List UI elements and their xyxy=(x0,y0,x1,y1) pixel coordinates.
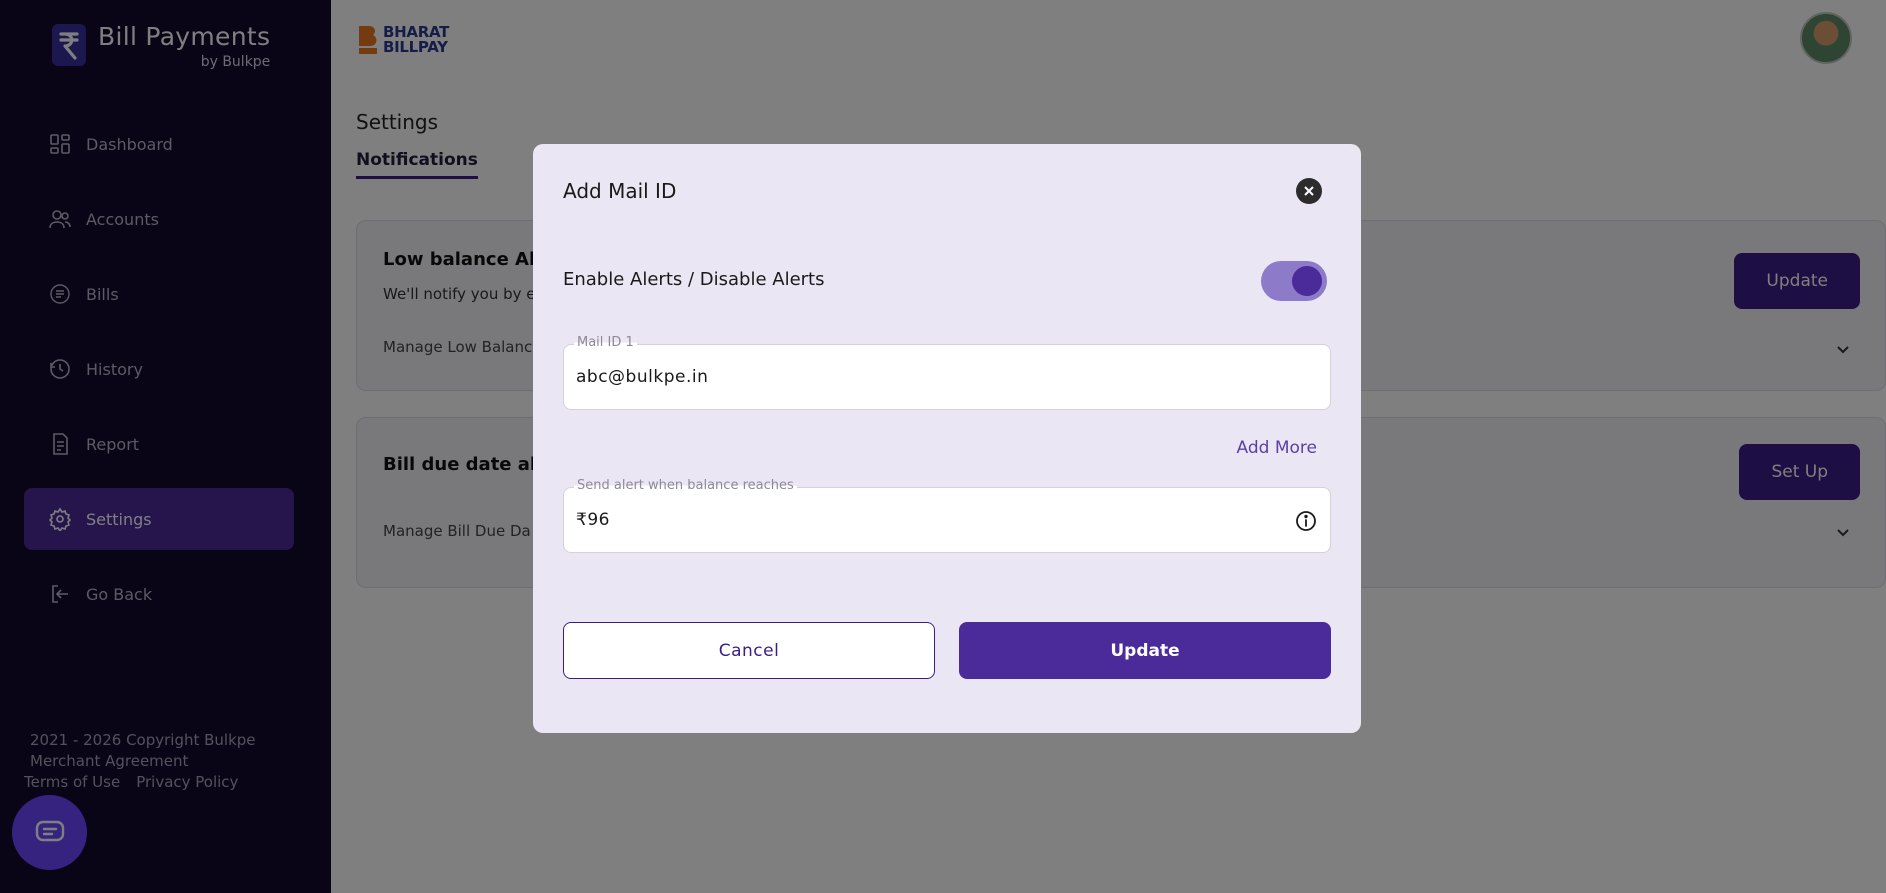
alerts-toggle[interactable] xyxy=(1261,261,1327,301)
mail-id-field: Mail ID 1 xyxy=(563,335,1331,410)
close-icon xyxy=(1304,186,1314,196)
mail-id-input[interactable] xyxy=(576,345,1276,409)
balance-threshold-input[interactable] xyxy=(576,488,1276,552)
close-button[interactable] xyxy=(1296,178,1322,204)
add-mail-modal: Add Mail ID Enable Alerts / Disable Aler… xyxy=(533,144,1361,733)
update-button[interactable]: Update xyxy=(959,622,1331,679)
info-icon[interactable] xyxy=(1294,509,1318,533)
toggle-label: Enable Alerts / Disable Alerts xyxy=(563,269,825,290)
cancel-button[interactable]: Cancel xyxy=(563,622,935,679)
balance-threshold-field: Send alert when balance reaches xyxy=(563,478,1331,553)
modal-title: Add Mail ID xyxy=(563,179,677,203)
add-more-link[interactable]: Add More xyxy=(1237,438,1317,458)
toggle-knob xyxy=(1292,266,1322,296)
